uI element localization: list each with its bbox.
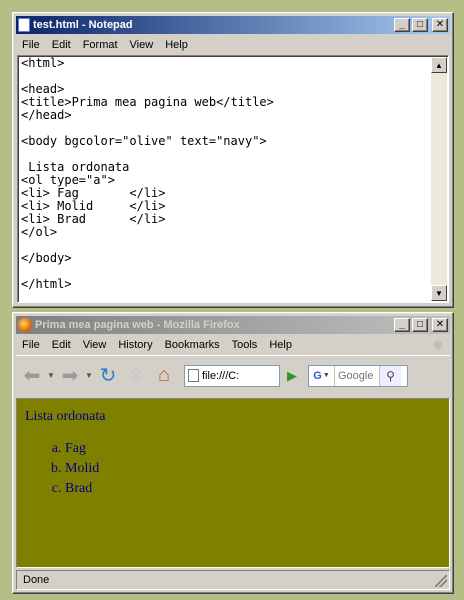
url-bar[interactable] bbox=[184, 364, 280, 387]
arrow-up-icon: ▲ bbox=[435, 60, 443, 70]
scroll-down-button[interactable]: ▼ bbox=[431, 285, 447, 301]
menu-help[interactable]: Help bbox=[263, 339, 298, 351]
firefox-window: Prima mea pagina web - Mozilla Firefox _… bbox=[12, 312, 454, 594]
minimize-button[interactable]: _ bbox=[394, 18, 410, 32]
maximize-button[interactable]: □ bbox=[412, 318, 428, 332]
forward-button[interactable]: ➡ bbox=[56, 362, 84, 390]
maximize-icon: □ bbox=[416, 319, 424, 330]
forward-history-dropdown[interactable]: ▼ bbox=[84, 371, 94, 380]
firefox-titlebar[interactable]: Prima mea pagina web - Mozilla Firefox _… bbox=[16, 316, 450, 334]
url-input[interactable] bbox=[202, 369, 266, 382]
status-text: Done bbox=[23, 574, 50, 586]
home-icon: ⌂ bbox=[157, 364, 171, 386]
menu-file[interactable]: File bbox=[16, 339, 46, 351]
search-engine-selector[interactable]: G ▼ bbox=[309, 365, 335, 386]
menu-edit[interactable]: Edit bbox=[46, 39, 77, 51]
go-arrow-icon: ▶ bbox=[287, 367, 297, 383]
chevron-down-icon: ▼ bbox=[322, 372, 330, 379]
minimize-button[interactable]: _ bbox=[394, 318, 410, 332]
scroll-up-button[interactable]: ▲ bbox=[431, 57, 447, 73]
chevron-down-icon: ▼ bbox=[85, 371, 93, 380]
stop-button[interactable]: ⊗ bbox=[122, 362, 150, 390]
close-icon: ✕ bbox=[435, 319, 445, 330]
notepad-window: test.html - Notepad _ □ ✕ File Edit Form… bbox=[12, 12, 454, 308]
ordered-list: Fag Molid Brad bbox=[25, 439, 449, 499]
notepad-content[interactable]: <html> <head> <title>Prima mea pagina we… bbox=[21, 57, 428, 302]
close-button[interactable]: ✕ bbox=[432, 18, 448, 32]
back-button[interactable]: ⬅ bbox=[18, 362, 46, 390]
page-icon bbox=[188, 369, 199, 382]
close-icon: ✕ bbox=[435, 19, 445, 30]
search-button[interactable]: ⚲ bbox=[379, 365, 401, 386]
chevron-down-icon: ▼ bbox=[47, 371, 55, 380]
arrow-down-icon: ▼ bbox=[435, 288, 443, 298]
throbber-icon: ✺ bbox=[432, 336, 444, 353]
status-bar: Done bbox=[16, 570, 450, 590]
page-heading: Lista ordonata bbox=[25, 409, 106, 424]
notepad-titlebar[interactable]: test.html - Notepad _ □ ✕ bbox=[16, 16, 450, 34]
notepad-app-icon bbox=[18, 18, 30, 32]
notepad-menubar: File Edit Format View Help bbox=[16, 35, 450, 55]
menu-help[interactable]: Help bbox=[159, 39, 194, 51]
navigation-toolbar: ⬅ ▼ ➡ ▼ ↻ ⊗ ⌂ ▶ G▼ ⚲ bbox=[16, 355, 450, 395]
stop-icon: ⊗ bbox=[127, 365, 145, 387]
menu-edit[interactable]: Edit bbox=[46, 339, 77, 351]
search-bar[interactable]: G▼ ⚲ bbox=[308, 364, 408, 387]
home-button[interactable]: ⌂ bbox=[150, 362, 178, 390]
reload-icon: ↻ bbox=[99, 365, 117, 387]
menu-format[interactable]: Format bbox=[77, 39, 124, 51]
firefox-title: Prima mea pagina web - Mozilla Firefox bbox=[35, 319, 240, 331]
menu-bookmarks[interactable]: Bookmarks bbox=[159, 339, 226, 351]
google-icon: G bbox=[313, 369, 322, 382]
menu-view[interactable]: View bbox=[124, 39, 160, 51]
menu-file[interactable]: File bbox=[16, 39, 46, 51]
notepad-title: test.html - Notepad bbox=[33, 19, 133, 31]
list-item: Brad bbox=[65, 479, 449, 499]
back-arrow-icon: ⬅ bbox=[23, 365, 41, 387]
list-item: Molid bbox=[65, 459, 449, 479]
page-content: Lista ordonata Fag Molid Brad bbox=[16, 398, 450, 568]
notepad-text-area[interactable]: <html> <head> <title>Prima mea pagina we… bbox=[17, 55, 449, 303]
minimize-icon: _ bbox=[399, 319, 405, 330]
resize-grip-icon[interactable] bbox=[435, 575, 447, 587]
reload-button[interactable]: ↻ bbox=[94, 362, 122, 390]
maximize-icon: □ bbox=[416, 19, 424, 30]
minimize-icon: _ bbox=[399, 19, 405, 30]
back-history-dropdown[interactable]: ▼ bbox=[46, 371, 56, 380]
search-input[interactable] bbox=[335, 369, 379, 382]
menu-view[interactable]: View bbox=[77, 339, 113, 351]
maximize-button[interactable]: □ bbox=[412, 18, 428, 32]
menu-history[interactable]: History bbox=[112, 339, 158, 351]
firefox-menubar: File Edit View History Bookmarks Tools H… bbox=[16, 335, 450, 355]
vertical-scrollbar[interactable]: ▲ ▼ bbox=[431, 57, 447, 301]
magnifier-icon: ⚲ bbox=[386, 368, 395, 383]
forward-arrow-icon: ➡ bbox=[61, 365, 79, 387]
firefox-icon bbox=[18, 318, 32, 332]
menu-tools[interactable]: Tools bbox=[226, 339, 264, 351]
go-button[interactable]: ▶ bbox=[282, 365, 302, 387]
list-item: Fag bbox=[65, 439, 449, 459]
close-button[interactable]: ✕ bbox=[432, 318, 448, 332]
